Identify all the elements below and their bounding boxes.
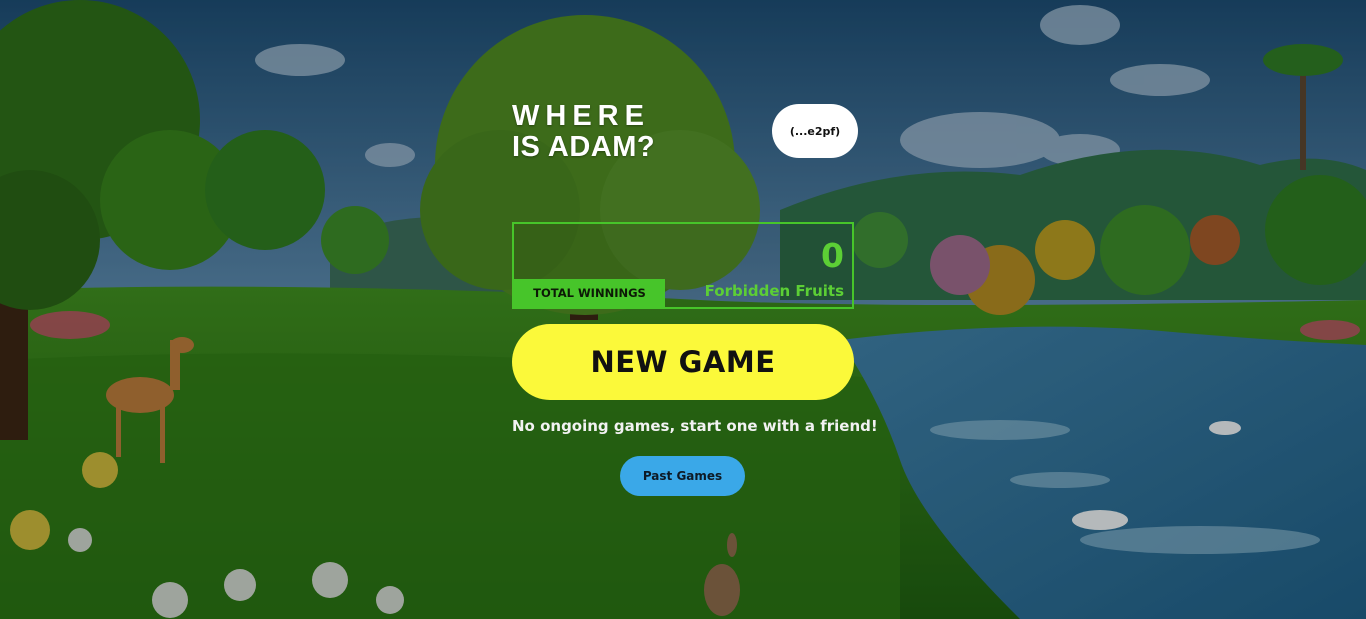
winnings-count: 0: [821, 236, 844, 275]
winnings-unit: Forbidden Fruits: [704, 282, 844, 300]
total-winnings-label: TOTAL WINNINGS: [514, 279, 665, 307]
game-title-line1: WHERE: [512, 100, 650, 132]
wallet-address-button[interactable]: (...e2pf): [772, 104, 858, 158]
past-games-button[interactable]: Past Games: [620, 456, 745, 496]
winnings-panel: 0 Forbidden Fruits TOTAL WINNINGS: [512, 222, 854, 309]
status-message: No ongoing games, start one with a frien…: [512, 417, 878, 435]
new-game-button[interactable]: NEW GAME: [512, 324, 854, 400]
game-title-line2: IS ADAM?: [512, 131, 656, 163]
garden-background: [0, 0, 1366, 619]
